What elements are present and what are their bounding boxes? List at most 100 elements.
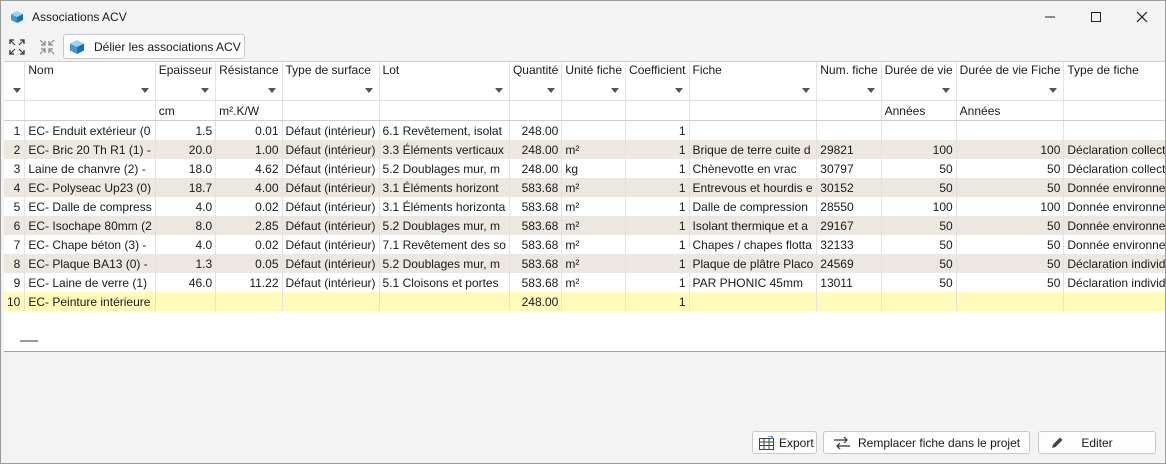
filter-dropdown-icon[interactable] [364, 88, 373, 93]
table-cell[interactable]: 50 [881, 235, 957, 254]
table-cell[interactable]: 30152 [816, 178, 882, 197]
filter-dropdown-icon[interactable] [866, 88, 875, 93]
table-cell[interactable] [956, 120, 1065, 140]
table-cell[interactable]: m² [561, 140, 627, 159]
column-filter[interactable] [4, 82, 26, 101]
table-cell[interactable]: Défaut (intérieur) [282, 140, 380, 159]
table-cell[interactable]: PAR PHONIC 45mm [689, 273, 818, 292]
row-number[interactable]: 6 [4, 216, 26, 235]
close-button[interactable] [1119, 1, 1165, 33]
table-cell[interactable]: 0.02 [215, 197, 283, 216]
table-cell[interactable]: Défaut (intérieur) [282, 178, 380, 197]
table-row[interactable]: 8 EC- Plaque BA13 (0) -1.3 0.05 Défaut (int… [4, 254, 1165, 273]
table-cell[interactable]: m² [561, 197, 627, 216]
filter-dropdown-icon[interactable] [547, 88, 556, 93]
table-cell[interactable] [1063, 292, 1165, 311]
table-cell[interactable]: 5.2 Doublages mur, m [379, 159, 510, 178]
table-cell[interactable]: EC- Chape béton (3) - [24, 235, 156, 254]
table-cell[interactable]: EC- Polyseac Up23 (0) [24, 178, 156, 197]
column-header[interactable]: Type de surface [282, 62, 380, 82]
table-cell[interactable]: EC- Isochape 80mm (2 [24, 216, 156, 235]
table-cell[interactable]: EC- Peinture intérieure [24, 292, 156, 311]
collapse-button[interactable] [37, 37, 57, 57]
table-cell[interactable]: Défaut (intérieur) [282, 273, 380, 292]
table-cell[interactable]: 50 [881, 178, 957, 197]
column-header[interactable]: Type de fiche [1063, 62, 1165, 82]
table-cell[interactable] [155, 292, 217, 311]
column-filter[interactable] [689, 82, 818, 101]
table-cell[interactable]: 0.01 [215, 120, 283, 140]
table-cell[interactable]: 1 [625, 120, 690, 140]
table-cell[interactable]: m² [561, 273, 627, 292]
column-header[interactable]: Fiche [689, 62, 818, 82]
table-cell[interactable] [881, 292, 957, 311]
table-cell[interactable]: 3.1 Éléments horizonta [379, 197, 510, 216]
table-cell[interactable]: 583.68 [509, 254, 563, 273]
table-cell[interactable]: Défaut (intérieur) [282, 216, 380, 235]
filter-dropdown-icon[interactable] [674, 88, 683, 93]
row-number[interactable]: 7 [4, 235, 26, 254]
table-cell[interactable]: m² [561, 178, 627, 197]
row-number[interactable]: 4 [4, 178, 26, 197]
table-cell[interactable]: Donnée environneme [1063, 216, 1165, 235]
table-cell[interactable]: 1 [625, 140, 690, 159]
table-cell[interactable] [689, 120, 818, 140]
table-row[interactable]: 5 EC- Dalle de compress 4.0 0.02 Défaut (int… [4, 197, 1165, 216]
table-row[interactable]: 9 EC- Laine de verre (1) 46.0 11.22 Défaut (… [4, 273, 1165, 292]
table-cell[interactable]: 0.05 [215, 254, 283, 273]
filter-dropdown-icon[interactable] [267, 88, 276, 93]
table-cell[interactable]: 11.22 [215, 273, 283, 292]
table-cell[interactable]: Déclaration individuel [1063, 254, 1165, 273]
table-cell[interactable] [282, 292, 380, 311]
table-cell[interactable]: 30797 [816, 159, 882, 178]
table-cell[interactable]: 1 [625, 197, 690, 216]
minimize-button[interactable] [1027, 1, 1073, 33]
table-cell[interactable]: 50 [956, 254, 1065, 273]
filter-dropdown-icon[interactable] [494, 88, 503, 93]
table-cell[interactable]: Chènevotte en vrac [689, 159, 818, 178]
table-cell[interactable]: 24569 [816, 254, 882, 273]
table-cell[interactable]: 50 [956, 159, 1065, 178]
table-row[interactable]: 7 EC- Chape béton (3) -4.0 0.02 Défaut (int… [4, 235, 1165, 254]
table-cell[interactable]: 100 [956, 140, 1065, 159]
column-filter[interactable] [625, 82, 690, 101]
table-cell[interactable]: 7.1 Revêtement des so [379, 235, 510, 254]
table-cell[interactable]: 46.0 [155, 273, 217, 292]
table-cell[interactable] [816, 120, 882, 140]
table-cell[interactable] [561, 120, 627, 140]
table-cell[interactable]: 4.62 [215, 159, 283, 178]
column-filter[interactable] [379, 82, 510, 101]
table-cell[interactable]: 20.0 [155, 140, 217, 159]
table-cell[interactable] [689, 292, 818, 311]
table-cell[interactable]: 50 [881, 273, 957, 292]
table-cell[interactable]: m² [561, 216, 627, 235]
table-cell[interactable]: EC- Plaque BA13 (0) - [24, 254, 156, 273]
column-filter[interactable] [24, 82, 156, 101]
row-number[interactable]: 8 [4, 254, 26, 273]
column-filter[interactable] [282, 82, 380, 101]
table-cell[interactable]: 248.00 [509, 292, 563, 311]
table-cell[interactable]: 4.0 [155, 197, 217, 216]
table-cell[interactable] [379, 292, 510, 311]
row-number[interactable]: 5 [4, 197, 26, 216]
table-cell[interactable]: 6.1 Revêtement, isolat [379, 120, 510, 140]
table-cell[interactable]: EC- Dalle de compress [24, 197, 156, 216]
column-filter[interactable] [509, 82, 563, 101]
splitter-handle[interactable] [20, 340, 38, 342]
unlink-associations-button[interactable]: Délier les associations ACV [63, 34, 245, 59]
column-filter[interactable] [1063, 82, 1165, 101]
table-cell[interactable]: Entrevous et hourdis e [689, 178, 818, 197]
column-filter[interactable] [956, 82, 1065, 101]
table-cell[interactable] [956, 292, 1065, 311]
table-cell[interactable]: 583.68 [509, 178, 563, 197]
filter-dropdown-icon[interactable] [1049, 88, 1058, 93]
table-cell[interactable]: 1.5 [155, 120, 217, 140]
table-cell[interactable]: 50 [881, 254, 957, 273]
table-cell[interactable]: 18.0 [155, 159, 217, 178]
table-cell[interactable]: 3.1 Éléments horizont [379, 178, 510, 197]
replace-sheet-button[interactable]: Remplacer fiche dans le projet [823, 431, 1030, 454]
edit-button[interactable]: Editer [1038, 431, 1156, 454]
table-cell[interactable]: 50 [881, 216, 957, 235]
table-cell[interactable]: Dalle de compression [689, 197, 818, 216]
table-row[interactable]: 6 EC- Isochape 80mm (2 8.0 2.85 Défaut (inté… [4, 216, 1165, 235]
